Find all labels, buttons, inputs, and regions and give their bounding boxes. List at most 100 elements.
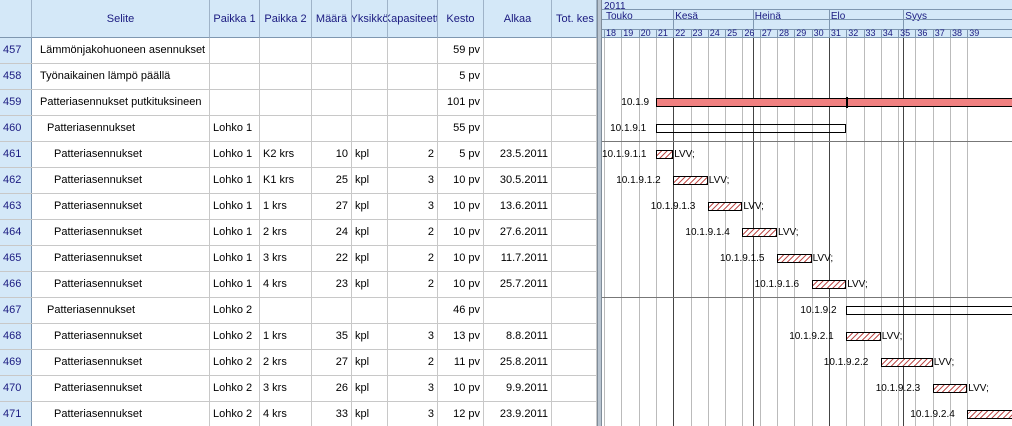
cell-maara[interactable]: 27 xyxy=(312,350,352,375)
row-number[interactable]: 462 xyxy=(0,168,32,193)
cell-paikka1[interactable]: Lohko 2 xyxy=(210,402,260,426)
cell-maara[interactable]: 35 xyxy=(312,324,352,349)
gantt-task-bar[interactable] xyxy=(655,124,847,133)
cell-kapasiteetti[interactable]: 3 xyxy=(388,168,438,193)
table-row[interactable]: 469 Patteriasennukset Lohko 22 krs 27 kpl 2 11… xyxy=(0,350,597,376)
cell-selite[interactable]: Patteriasennukset xyxy=(32,298,210,323)
cell-kapasiteetti[interactable]: 2 xyxy=(388,350,438,375)
cell-maara[interactable]: 26 xyxy=(312,376,352,401)
cell-kesto[interactable]: 12 pv xyxy=(438,402,484,426)
cell-alkaa[interactable] xyxy=(484,90,552,115)
cell-kesto[interactable]: 101 pv xyxy=(438,90,484,115)
cell-yksikko[interactable]: kpl xyxy=(352,272,388,297)
cell-kapasiteetti[interactable]: 3 xyxy=(388,376,438,401)
gantt-task-bar[interactable] xyxy=(742,228,777,237)
cell-paikka1[interactable]: Lohko 1 xyxy=(210,142,260,167)
cell-totkes[interactable] xyxy=(552,376,597,401)
column-header-paikka1[interactable]: Paikka 1 xyxy=(210,0,260,38)
cell-paikka2[interactable] xyxy=(260,90,312,115)
row-number[interactable]: 470 xyxy=(0,376,32,401)
gantt-task-bar[interactable] xyxy=(932,384,968,393)
cell-kapasiteetti[interactable]: 2 xyxy=(388,220,438,245)
cell-yksikko[interactable] xyxy=(352,90,388,115)
table-row[interactable]: 462 Patteriasennukset Lohko 1 K1 krs 25 kpl 3 1… xyxy=(0,168,597,194)
cell-yksikko[interactable]: kpl xyxy=(352,194,388,219)
cell-selite[interactable]: Patteriasennukset xyxy=(32,324,210,349)
cell-totkes[interactable] xyxy=(552,64,597,89)
cell-paikka2[interactable]: 1 krs xyxy=(260,194,312,219)
cell-kesto[interactable]: 46 pv xyxy=(438,298,484,323)
cell-maara[interactable]: 23 xyxy=(312,272,352,297)
cell-yksikko[interactable] xyxy=(352,64,388,89)
cell-maara[interactable] xyxy=(312,90,352,115)
cell-kesto[interactable]: 11 pv xyxy=(438,350,484,375)
cell-paikka2[interactable]: 3 krs xyxy=(260,246,312,271)
row-number[interactable]: 463 xyxy=(0,194,32,219)
cell-alkaa[interactable]: 9.9.2011 xyxy=(484,376,552,401)
cell-maara[interactable]: 22 xyxy=(312,246,352,271)
cell-maara[interactable]: 25 xyxy=(312,168,352,193)
cell-kesto[interactable]: 5 pv xyxy=(438,64,484,89)
cell-paikka2[interactable]: 4 krs xyxy=(260,272,312,297)
column-header-yksikko[interactable]: Yksikkö xyxy=(352,0,388,38)
cell-yksikko[interactable]: kpl xyxy=(352,376,388,401)
cell-maara[interactable] xyxy=(312,116,352,141)
cell-yksikko[interactable] xyxy=(352,298,388,323)
cell-alkaa[interactable] xyxy=(484,298,552,323)
cell-paikka1[interactable]: Lohko 2 xyxy=(210,298,260,323)
cell-yksikko[interactable]: kpl xyxy=(352,350,388,375)
cell-selite[interactable]: Patteriasennukset xyxy=(32,350,210,375)
cell-kapasiteetti[interactable] xyxy=(388,116,438,141)
cell-paikka2[interactable]: 1 krs xyxy=(260,324,312,349)
column-header-kapasiteetti[interactable]: Kapasiteetti xyxy=(388,0,438,38)
gantt-task-bar[interactable] xyxy=(655,98,1012,107)
column-header-totkes[interactable]: Tot. kes xyxy=(552,0,597,38)
gantt-task-bar[interactable] xyxy=(707,202,743,211)
table-row[interactable]: 465 Patteriasennukset Lohko 13 krs 22 kpl 2 10… xyxy=(0,246,597,272)
row-number[interactable]: 459 xyxy=(0,90,32,115)
cell-alkaa[interactable] xyxy=(484,64,552,89)
gantt-task-bar[interactable] xyxy=(811,280,847,289)
cell-maara[interactable] xyxy=(312,298,352,323)
cell-kesto[interactable]: 10 pv xyxy=(438,272,484,297)
table-row[interactable]: 461 Patteriasennukset Lohko 1 K2 krs 10 kpl 2 5… xyxy=(0,142,597,168)
cell-yksikko[interactable] xyxy=(352,38,388,63)
row-number[interactable]: 457 xyxy=(0,38,32,63)
cell-kapasiteetti[interactable]: 2 xyxy=(388,142,438,167)
cell-yksikko[interactable]: kpl xyxy=(352,168,388,193)
cell-totkes[interactable] xyxy=(552,220,597,245)
cell-paikka2[interactable]: 3 krs xyxy=(260,376,312,401)
table-row[interactable]: 457 Lämmönjakohuoneen asennukset 59 pv xyxy=(0,38,597,64)
cell-kesto[interactable]: 10 pv xyxy=(438,220,484,245)
gantt-task-bar[interactable] xyxy=(846,332,881,341)
cell-paikka1[interactable]: Lohko 1 xyxy=(210,272,260,297)
table-row[interactable]: 466 Patteriasennukset Lohko 14 krs 23 kpl 2 10… xyxy=(0,272,597,298)
cell-kesto[interactable]: 59 pv xyxy=(438,38,484,63)
cell-selite[interactable]: Patteriasennukset xyxy=(32,116,210,141)
cell-totkes[interactable] xyxy=(552,402,597,426)
cell-totkes[interactable] xyxy=(552,168,597,193)
cell-totkes[interactable] xyxy=(552,116,597,141)
cell-maara[interactable]: 27 xyxy=(312,194,352,219)
cell-totkes[interactable] xyxy=(552,298,597,323)
cell-paikka1[interactable]: Lohko 2 xyxy=(210,350,260,375)
cell-kesto[interactable]: 5 pv xyxy=(438,142,484,167)
cell-paikka1[interactable]: Lohko 1 xyxy=(210,194,260,219)
cell-totkes[interactable] xyxy=(552,324,597,349)
cell-alkaa[interactable]: 11.7.2011 xyxy=(484,246,552,271)
cell-maara[interactable] xyxy=(312,38,352,63)
column-header-selite[interactable]: Selite xyxy=(32,0,210,38)
table-row[interactable]: 458 Työnaikainen lämpö päällä 5 pv xyxy=(0,64,597,90)
table-row[interactable]: 464 Patteriasennukset Lohko 12 krs 24 kpl 2 10… xyxy=(0,220,597,246)
cell-paikka2[interactable]: K1 krs xyxy=(260,168,312,193)
cell-paikka2[interactable]: 2 krs xyxy=(260,220,312,245)
cell-maara[interactable]: 24 xyxy=(312,220,352,245)
table-row[interactable]: 470 Patteriasennukset Lohko 23 krs 26 kpl 3 10… xyxy=(0,376,597,402)
cell-kapasiteetti[interactable]: 2 xyxy=(388,272,438,297)
corner-header[interactable] xyxy=(0,0,32,38)
row-number[interactable]: 465 xyxy=(0,246,32,271)
table-row[interactable]: 460 Patteriasennukset Lohko 1 55 pv xyxy=(0,116,597,142)
cell-totkes[interactable] xyxy=(552,272,597,297)
row-number[interactable]: 469 xyxy=(0,350,32,375)
cell-paikka1[interactable]: Lohko 1 xyxy=(210,168,260,193)
